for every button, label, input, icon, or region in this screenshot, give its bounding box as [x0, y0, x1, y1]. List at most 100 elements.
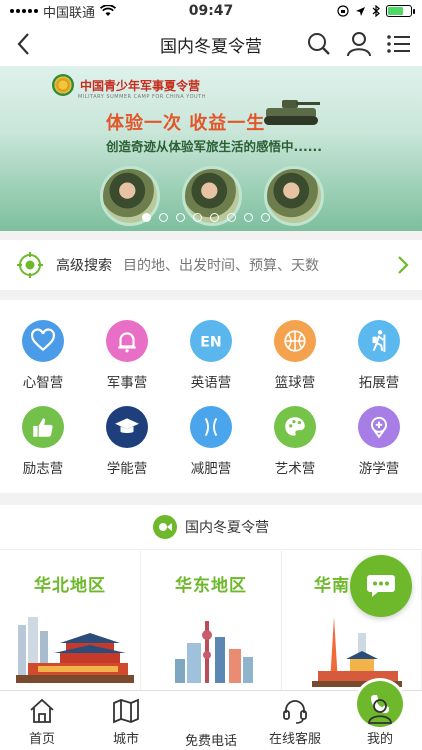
category-label: 英语营: [190, 375, 232, 391]
bluetooth-icon: [372, 5, 380, 17]
tank-icon: [264, 100, 320, 125]
target-icon: [17, 252, 43, 278]
tab-label: 在线客服: [268, 732, 321, 747]
search-icon[interactable]: [306, 30, 332, 58]
carousel-dot[interactable]: [210, 213, 219, 222]
status-bar: 中国联通 09:47: [0, 0, 422, 22]
svg-text:EN: EN: [200, 334, 221, 350]
thumbs-up-icon: [22, 406, 64, 448]
waist-icon: [190, 406, 232, 448]
carrier-label: 中国联通: [43, 5, 96, 21]
seal-icon: [52, 74, 74, 96]
banner-logo-text: 中国青少年军事夏令营: [80, 78, 201, 93]
region-title: 华北地区: [34, 576, 106, 596]
category-label: 学能营: [106, 461, 148, 477]
category-label: 艺术营: [274, 461, 316, 477]
category-item[interactable]: 学能营: [92, 406, 162, 477]
hiker-icon: [358, 320, 400, 362]
location-icon: [358, 406, 400, 448]
banner-logo-subtext: MILITARY SUMMER CAMP FOR CHINA YOUTH: [78, 94, 206, 100]
tab-free-call[interactable]: 免费电话: [169, 681, 403, 749]
category-label: 篮球营: [274, 375, 316, 391]
search-label: 高级搜索: [56, 258, 112, 274]
carousel-dot[interactable]: [176, 213, 185, 222]
en-icon: EN: [190, 320, 232, 362]
category-label: 心智营: [22, 375, 64, 391]
tab-mine[interactable]: 我的: [338, 697, 422, 747]
category-label: 励志营: [22, 461, 64, 477]
carousel-dots[interactable]: [142, 213, 270, 222]
tab-city[interactable]: 城市: [84, 697, 168, 747]
category-item[interactable]: 艺术营: [260, 406, 330, 477]
category-item[interactable]: 励志营: [8, 406, 78, 477]
region-card-east[interactable]: 华东地区: [141, 551, 282, 691]
category-label: 拓展营: [358, 375, 400, 391]
banner-tagline: 创造奇迹从体验军旅生活的感悟中......: [106, 139, 322, 154]
category-label: 军事营: [106, 375, 148, 391]
menu-icon[interactable]: [386, 30, 412, 58]
carousel-dot[interactable]: [227, 213, 236, 222]
banner-photo: [264, 166, 324, 226]
region-card-north[interactable]: 华北地区: [0, 551, 141, 691]
bell-icon: [106, 320, 148, 362]
section-title: 国内冬夏令营: [185, 520, 269, 536]
status-right: [337, 5, 415, 17]
chat-bubble-icon: [367, 575, 395, 597]
page-title: 国内冬夏令营: [160, 36, 262, 57]
location-arrow-icon: [356, 6, 365, 16]
tab-bar: 首页 城市 免费电话 在线客服 我的: [0, 681, 422, 750]
wifi-icon: [100, 5, 117, 16]
skyline-illustration: [175, 621, 253, 683]
category-item[interactable]: EN 英语营: [176, 320, 246, 391]
palette-icon: [274, 406, 316, 448]
section-icon: [153, 515, 177, 539]
rotation-lock-icon: [337, 5, 349, 17]
carousel-dot[interactable]: [244, 213, 253, 222]
promo-banner[interactable]: 中国青少年军事夏令营 MILITARY SUMMER CAMP FOR CHIN…: [0, 66, 422, 231]
back-arrow-icon[interactable]: [12, 30, 38, 58]
carousel-dot[interactable]: [261, 213, 270, 222]
user-icon[interactable]: [346, 30, 372, 58]
banner-logo: 中国青少年军事夏令营 MILITARY SUMMER CAMP FOR CHIN…: [52, 74, 206, 100]
tab-label: 我的: [366, 732, 393, 747]
nav-bar: 国内冬夏令营: [0, 22, 422, 66]
carousel-dot[interactable]: [142, 213, 151, 222]
tab-home[interactable]: 首页: [0, 697, 84, 747]
category-label: 减肥营: [190, 461, 232, 477]
home-icon: [30, 698, 54, 723]
signal-icon: [10, 9, 38, 13]
tab-label: 免费电话: [184, 734, 237, 749]
category-item[interactable]: 拓展营: [344, 320, 414, 391]
tab-label: 首页: [28, 732, 55, 747]
battery-icon: [386, 5, 415, 17]
carousel-dot[interactable]: [193, 213, 202, 222]
map-icon: [113, 698, 139, 724]
category-item[interactable]: 游学营: [344, 406, 414, 477]
category-label: 游学营: [358, 461, 400, 477]
clock: 09:47: [188, 3, 234, 19]
region-title: 华东地区: [175, 576, 247, 596]
basketball-icon: [274, 320, 316, 362]
carousel-dot[interactable]: [159, 213, 168, 222]
category-item[interactable]: 心智营: [8, 320, 78, 391]
banner-slogan: 体验一次 收益一生: [106, 113, 266, 134]
heart-icon: [22, 320, 64, 362]
category-item[interactable]: 篮球营: [260, 320, 330, 391]
graduation-cap-icon: [106, 406, 148, 448]
headset-icon: [283, 700, 307, 724]
chat-button[interactable]: [350, 555, 412, 617]
temple-illustration: [16, 617, 134, 683]
section-header: 国内冬夏令营: [0, 505, 422, 550]
user-icon: [368, 699, 392, 724]
search-hint: 目的地、出发时间、预算、天数: [123, 258, 319, 274]
tab-online-service[interactable]: 在线客服: [253, 697, 337, 747]
canton-illustration: [312, 617, 402, 687]
status-left: 中国联通: [10, 2, 117, 21]
category-item[interactable]: 减肥营: [176, 406, 246, 477]
tab-label: 城市: [112, 732, 139, 747]
category-item[interactable]: 军事营: [92, 320, 162, 391]
nav-actions: [306, 30, 412, 58]
chevron-right-icon: [398, 256, 409, 274]
advanced-search-bar[interactable]: 高级搜索 目的地、出发时间、预算、天数: [0, 240, 422, 290]
category-grid: 心智营 军事营 EN 英语营 篮球营 拓展营励志营 学能营 减肥营 艺术营 游学营: [0, 300, 422, 493]
